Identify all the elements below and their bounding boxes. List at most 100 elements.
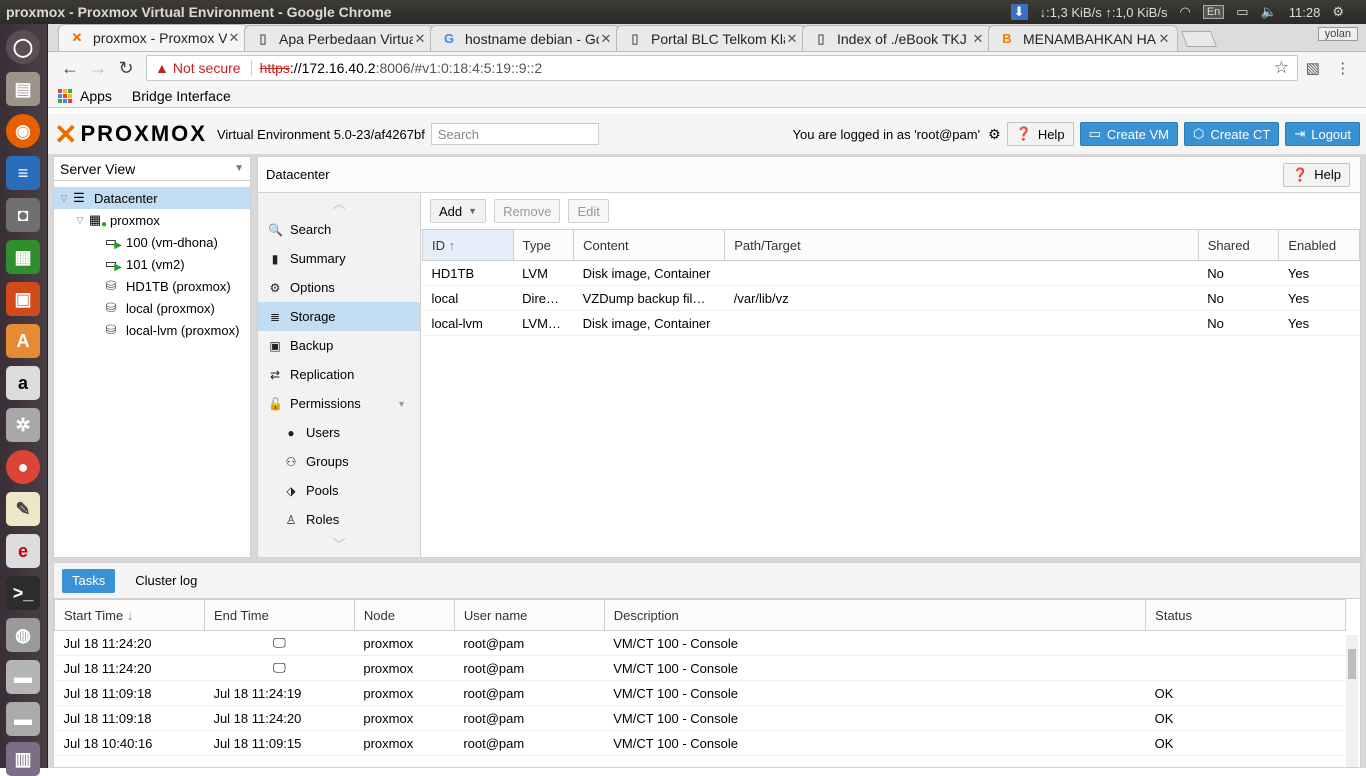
menu-scroll-up-icon[interactable]: ︿ — [258, 193, 420, 215]
tree-node[interactable]: ▭ ▶ 101 (vm2) — [54, 253, 250, 275]
settings-gear-icon[interactable]: ⚙ — [1332, 4, 1344, 20]
tree-node[interactable]: ▽ ▦ ● proxmox — [54, 209, 250, 231]
menu-item-search[interactable]: 🔍 Search — [258, 215, 420, 244]
amazon-icon[interactable]: a — [6, 366, 40, 400]
menu-item-roles[interactable]: ♙ Roles — [258, 505, 420, 534]
menu-item-options[interactable]: ⚙ Options — [258, 273, 420, 302]
column-header[interactable]: Type — [512, 229, 575, 261]
bookmark-star-icon[interactable]: ☆ — [1274, 58, 1289, 78]
user-gear-icon[interactable]: ⚙ — [988, 126, 1001, 143]
column-header[interactable]: End Time — [203, 599, 355, 631]
menu-item-groups[interactable]: ⚇ Groups — [258, 447, 420, 476]
create-vm-button[interactable]: ▭ Create VM — [1079, 122, 1178, 146]
security-label[interactable]: Not secure — [173, 60, 241, 76]
tree-node[interactable]: ⛁ local-lvm (proxmox) — [54, 319, 250, 341]
menu-scroll-down-icon[interactable]: ﹀ — [258, 534, 420, 556]
tree-expander-icon[interactable]: ▽ — [58, 193, 70, 204]
collapse-arrow-icon[interactable]: ▼ — [397, 399, 406, 409]
task-row[interactable]: Jul 18 11:24:20 🖵 proxmox root@pam VM/CT 100… — [54, 655, 1346, 681]
task-row[interactable]: Jul 18 11:09:18 Jul 18 11:24:19 proxmox roo… — [54, 680, 1346, 706]
drive-icon[interactable]: ▬ — [6, 660, 40, 694]
camera-icon[interactable]: ◘ — [6, 198, 40, 232]
table-row[interactable]: local Dire… VZDump backup fil…/var/lib/vz N… — [422, 285, 1360, 311]
column-header[interactable]: Shared — [1197, 229, 1280, 261]
forward-icon[interactable]: → — [84, 58, 112, 79]
browser-tab[interactable]: Ghostname debian - Google✕ — [430, 25, 620, 51]
reload-icon[interactable]: ↻ — [112, 58, 140, 79]
keyboard-layout[interactable]: En — [1202, 5, 1225, 19]
terminal-icon[interactable]: >_ — [6, 576, 40, 610]
table-row[interactable]: HD1TB LVM Disk image, Container No Yes — [422, 260, 1360, 286]
tab-tasks[interactable]: Tasks — [62, 568, 116, 593]
column-header[interactable]: User name — [453, 599, 605, 631]
software-center-icon[interactable]: A — [6, 324, 40, 358]
tree-node[interactable]: ⛁ local (proxmox) — [54, 297, 250, 319]
view-selector[interactable]: Server View ▼ — [54, 157, 250, 181]
close-icon[interactable]: ✕ — [785, 31, 799, 47]
bookmark-apps[interactable]: Apps — [58, 88, 112, 104]
tree-expander-icon[interactable]: ▽ — [74, 215, 86, 226]
header-help-button[interactable]: ❓ Help — [1006, 122, 1074, 146]
writer-icon[interactable]: ≡ — [6, 156, 40, 190]
header-search-input[interactable]: Search — [430, 123, 599, 145]
download-indicator-icon[interactable]: ⬇ — [1010, 4, 1028, 20]
drive-icon-2[interactable]: ▬ — [6, 702, 40, 736]
trash-icon[interactable]: ▥ — [6, 742, 40, 776]
menu-item-summary[interactable]: ▮ Summary — [258, 244, 420, 273]
omnibox[interactable]: ▲ Not secure https ://172.16.40.2 :8006/… — [146, 55, 1298, 81]
wifi-icon[interactable]: ◠ — [1179, 4, 1190, 20]
disk-utility-icon[interactable]: ◍ — [6, 618, 40, 652]
evince-icon[interactable]: e — [6, 534, 40, 568]
logout-button[interactable]: ⇥ Logout — [1285, 122, 1360, 146]
edit-button[interactable]: Edit — [568, 199, 609, 223]
system-settings-icon[interactable]: ✲ — [6, 408, 40, 442]
menu-item-backup[interactable]: ▣ Backup — [258, 331, 420, 360]
create-ct-button[interactable]: ⬡ Create CT — [1184, 122, 1280, 146]
new-tab-button[interactable] — [1181, 31, 1217, 47]
browser-tab[interactable]: ▯ Index of ./eBook TKJ ✕ — [802, 25, 992, 51]
tree-node[interactable]: ⛁ HD1TB (proxmox) — [54, 275, 250, 297]
close-icon[interactable]: ✕ — [413, 31, 427, 47]
tree-node[interactable]: ▽ ☰ Datacenter — [54, 187, 250, 209]
dash-icon[interactable]: ◯ — [6, 30, 40, 64]
menu-item-storage[interactable]: ≣ Storage — [258, 302, 420, 331]
close-icon[interactable]: ✕ — [227, 30, 241, 46]
column-header[interactable]: ID ↑ — [422, 229, 514, 261]
remove-button[interactable]: Remove — [494, 199, 561, 223]
firefox-icon[interactable]: ◉ — [6, 114, 40, 148]
add-button[interactable]: Add ▼ — [430, 199, 487, 223]
text-editor-icon[interactable]: ✎ — [6, 492, 40, 526]
browser-tab[interactable]: B MENAMBAHKAN HARDDISK✕ — [988, 25, 1178, 51]
profile-button[interactable]: yolan — [1317, 27, 1358, 41]
browser-tab[interactable]: ▯ Portal BLC Telkom Klaten✕ — [616, 25, 806, 51]
tree-node[interactable]: ▭ ▶ 100 (vm-dhona) — [54, 231, 250, 253]
column-header[interactable]: Start Time ↓ — [54, 599, 205, 631]
column-header[interactable]: Description — [603, 599, 1147, 631]
column-header[interactable]: Content — [573, 229, 726, 261]
browser-tab[interactable]: ▯ Apa Perbedaan Virtualisasi✕ — [244, 25, 434, 51]
task-row[interactable]: Jul 18 11:24:20 🖵 proxmox root@pam VM/CT 100… — [54, 630, 1346, 656]
browser-tab[interactable]: ✕proxmox - Proxmox Virtual Environment✕ — [58, 24, 248, 51]
close-icon[interactable]: ✕ — [971, 31, 985, 47]
menu-item-permissions[interactable]: 🔓 Permissions ▼ — [258, 389, 420, 418]
bookmark-bridge-interface[interactable]: Bridge Interface — [132, 88, 231, 104]
files-icon[interactable]: ▤ — [6, 72, 40, 106]
clock[interactable]: 11:28 — [1289, 5, 1321, 20]
extension-icon[interactable]: ▧ — [1306, 59, 1320, 77]
scrollbar-thumb[interactable] — [1348, 649, 1356, 679]
close-icon[interactable]: ✕ — [599, 31, 613, 47]
calc-icon[interactable]: ▦ — [6, 240, 40, 274]
back-icon[interactable]: ← — [56, 58, 84, 79]
impress-icon[interactable]: ▣ — [6, 282, 40, 316]
column-header[interactable]: Path/Target — [724, 229, 1199, 261]
task-scrollbar[interactable] — [1346, 635, 1358, 767]
menu-icon[interactable]: ⋮ — [1335, 59, 1350, 77]
volume-icon[interactable]: 🔈 — [1261, 4, 1277, 20]
battery-icon[interactable]: ▭ — [1236, 4, 1248, 20]
column-header[interactable]: Node — [353, 599, 455, 631]
net-speed[interactable]: ↓:1,3 KiB/s ↑:1,0 KiB/s — [1040, 5, 1168, 20]
menu-item-replication[interactable]: ⇄ Replication — [258, 360, 420, 389]
column-header[interactable]: Status — [1145, 599, 1346, 631]
task-row[interactable]: Jul 18 10:40:16 Jul 18 11:09:15 proxmox roo… — [54, 730, 1346, 756]
menu-item-pools[interactable]: ⬗ Pools — [258, 476, 420, 505]
